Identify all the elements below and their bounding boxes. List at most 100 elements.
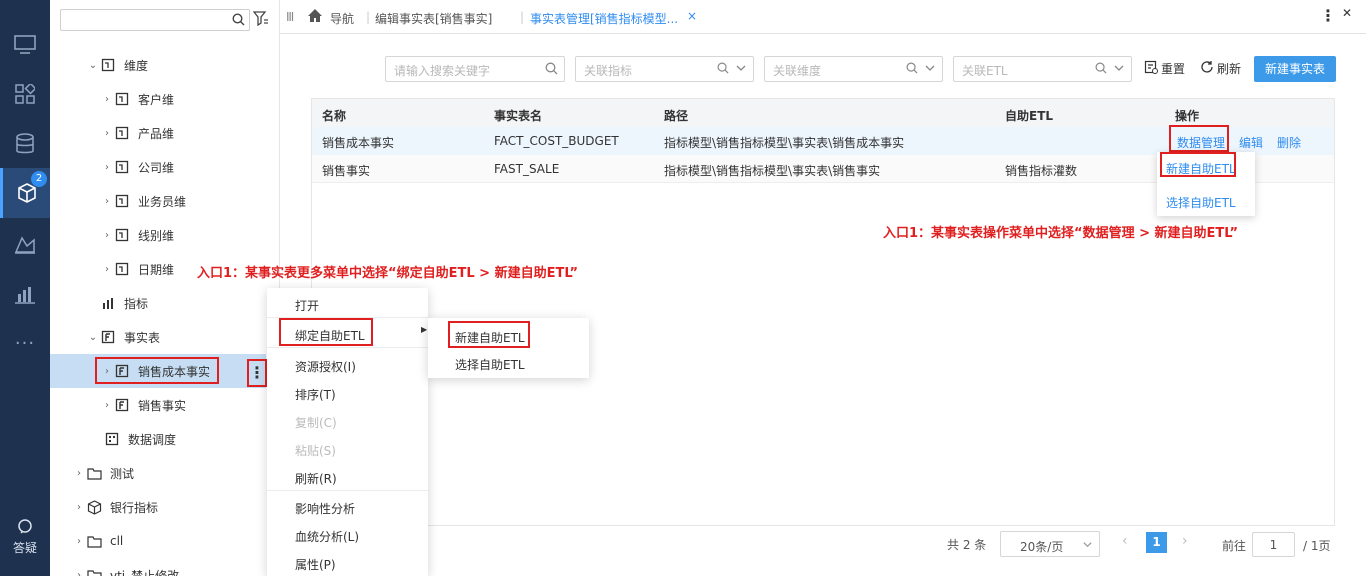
help-label: 答疑: [12, 541, 37, 555]
related-etl-select[interactable]: 关联ETL: [953, 56, 1132, 82]
monitor-icon[interactable]: [0, 20, 50, 70]
tab-divider: |: [520, 10, 525, 24]
tree-node-cll[interactable]: › cll: [72, 524, 123, 558]
tab-more-icon[interactable]: ⋮: [1320, 6, 1336, 25]
expand-arrow-icon[interactable]: ›: [72, 502, 86, 513]
tree-node-label: 测试: [110, 466, 135, 481]
menu-item-impact-analysis[interactable]: 影响性分析: [295, 500, 355, 517]
metric-placeholder: 关联指标: [584, 64, 633, 78]
collapse-arrow-icon[interactable]: ⌄: [86, 332, 100, 343]
expand-arrow-icon[interactable]: ›: [100, 94, 114, 105]
reset-button[interactable]: 重置: [1144, 60, 1185, 77]
expand-arrow-icon[interactable]: ›: [72, 536, 86, 547]
tree-node-metrics[interactable]: 指标: [100, 286, 148, 320]
collapse-arrow-icon[interactable]: ⌄: [86, 60, 100, 71]
tab-edit-fact[interactable]: 编辑事实表[销售事实]: [375, 10, 492, 27]
tree-node-product-dim[interactable]: › 产品维: [100, 116, 174, 150]
chevron-down-icon[interactable]: [735, 62, 747, 77]
folder-icon: [86, 567, 102, 576]
page-number-current[interactable]: 1: [1146, 532, 1167, 553]
tree-node-label: 销售事实: [138, 398, 187, 413]
col-header-etl[interactable]: 自助ETL: [1005, 107, 1053, 124]
tree-node-dimension[interactable]: ⌄ 维度: [86, 48, 148, 82]
expand-arrow-icon[interactable]: ›: [100, 400, 114, 411]
expand-arrow-icon[interactable]: ›: [72, 570, 86, 576]
tree-node-data-schedule[interactable]: 数据调度: [104, 422, 176, 456]
tree-node-label: 业务员维: [138, 194, 187, 209]
folder-icon: [86, 533, 102, 549]
delete-link[interactable]: 删除: [1277, 134, 1301, 151]
fact-folder-icon: [100, 329, 116, 345]
menu-item-properties[interactable]: 属性(P): [295, 556, 336, 573]
search-icon[interactable]: [545, 62, 558, 78]
tab-fact-manage[interactable]: 事实表管理[销售指标模型...: [530, 10, 678, 27]
refresh-button[interactable]: 刷新: [1200, 60, 1241, 77]
schedule-icon: [104, 431, 120, 447]
help-entry[interactable]: 答疑: [0, 518, 50, 556]
expand-arrow-icon[interactable]: ›: [100, 196, 114, 207]
related-dimension-select[interactable]: 关联维度: [764, 56, 943, 82]
tree-node-line-dim[interactable]: › 线别维: [100, 218, 174, 252]
tree-node-label: 产品维: [138, 126, 175, 141]
col-header-path[interactable]: 路径: [664, 107, 688, 124]
menu-item-authorize[interactable]: 资源授权(I): [295, 358, 356, 375]
col-header-table-name[interactable]: 事实表名: [494, 107, 542, 124]
edit-link[interactable]: 编辑: [1239, 134, 1263, 151]
chevron-down-icon[interactable]: [924, 62, 936, 77]
expand-arrow-icon[interactable]: ›: [72, 468, 86, 479]
bar-chart-icon[interactable]: [0, 269, 50, 319]
chart-area-icon[interactable]: [0, 219, 50, 269]
tree-node-bank-metrics[interactable]: › 银行指标: [72, 490, 158, 524]
tree-node-test[interactable]: › 测试: [72, 456, 134, 490]
tree-node-customer-dim[interactable]: › 客户维: [100, 82, 174, 116]
menu-item-paste: 粘贴(S): [295, 444, 336, 458]
submenu-item-select-etl[interactable]: 选择自助ETL: [455, 356, 525, 373]
prev-page-icon[interactable]: ‹: [1122, 533, 1128, 549]
expand-arrow-icon[interactable]: ›: [100, 162, 114, 173]
tree-node-fact-tables[interactable]: ⌄ 事实表: [86, 320, 160, 354]
expand-arrow-icon[interactable]: ›: [100, 264, 114, 275]
cell-path: 指标模型\销售指标模型\事实表\销售事实: [664, 164, 881, 178]
menu-item-refresh[interactable]: 刷新(R): [295, 470, 337, 487]
tab-list-icon[interactable]: Ⅲ: [286, 10, 294, 24]
menu-item-sort[interactable]: 排序(T): [295, 386, 336, 403]
chevron-down-icon: [1082, 539, 1093, 553]
related-metric-select[interactable]: 关联指标: [575, 56, 754, 82]
tree-node-date-dim[interactable]: › 日期维: [100, 252, 174, 286]
tree-node-label: 线别维: [138, 228, 175, 243]
menu-item-select-etl[interactable]: 选择自助ETL: [1166, 194, 1236, 211]
menu-item-copy: 复制(C): [295, 416, 337, 430]
next-page-icon[interactable]: ›: [1182, 533, 1188, 549]
page-size-select[interactable]: 20条/页: [1000, 531, 1100, 557]
database-icon[interactable]: [0, 119, 50, 169]
highlight-box-new-etl: [1160, 152, 1236, 177]
pager-total: 共 2 条: [947, 538, 987, 552]
cell-table-name: FAST_SALE: [494, 162, 560, 176]
window-close-icon[interactable]: ✕: [1342, 6, 1352, 20]
cell-name: 销售事实: [322, 164, 371, 178]
total-pages: / 1页: [1303, 539, 1331, 553]
tab-nav[interactable]: 导航: [330, 10, 354, 27]
menu-item-lineage-analysis[interactable]: 血统分析(L): [295, 528, 359, 545]
tree-node-sales-fact[interactable]: › 销售事实: [100, 388, 186, 422]
tab-close-icon[interactable]: ×: [687, 9, 697, 23]
filter-icon[interactable]: [252, 11, 269, 29]
menu-item-open[interactable]: 打开: [295, 297, 319, 314]
chevron-down-icon[interactable]: [1113, 62, 1125, 77]
search-icon[interactable]: [232, 13, 245, 29]
expand-arrow-icon[interactable]: ›: [100, 128, 114, 139]
new-fact-table-button[interactable]: 新建事实表: [1254, 56, 1336, 82]
highlight-box-bind-etl: [279, 318, 373, 346]
tree-node-salesman-dim[interactable]: › 业务员维: [100, 184, 186, 218]
tree-search-input[interactable]: [60, 9, 250, 31]
goto-page-input[interactable]: 1: [1252, 532, 1295, 557]
expand-arrow-icon[interactable]: ›: [100, 230, 114, 241]
home-icon[interactable]: [307, 8, 323, 26]
keyword-search-input[interactable]: 请输入搜索关键字: [385, 56, 565, 82]
tree-node-company-dim[interactable]: › 公司维: [100, 150, 174, 184]
tree-node-vti[interactable]: › vti_禁止修改: [72, 558, 179, 576]
more-icon[interactable]: ···: [0, 318, 50, 368]
goto-label: 前往: [1222, 539, 1247, 553]
apps-icon[interactable]: [0, 69, 50, 119]
col-header-name[interactable]: 名称: [322, 107, 346, 124]
